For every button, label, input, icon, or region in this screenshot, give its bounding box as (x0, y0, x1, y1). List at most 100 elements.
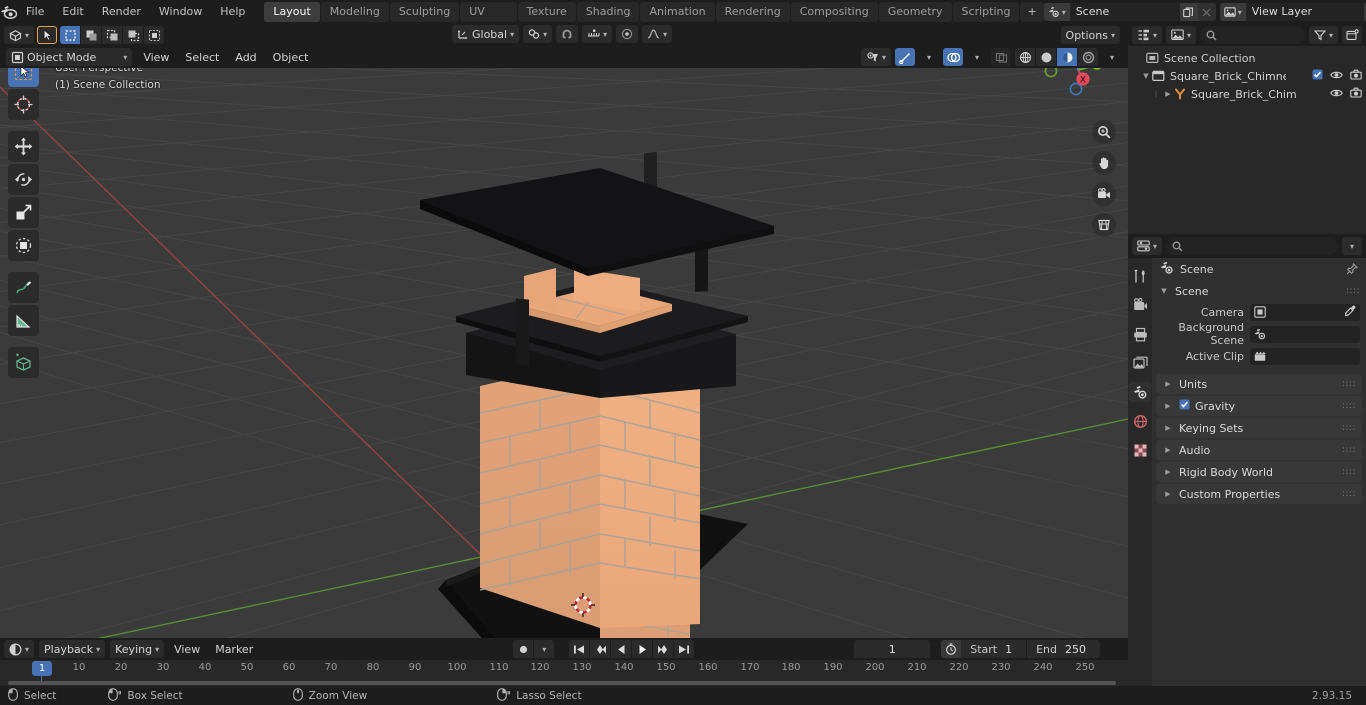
timeline-menu-keying[interactable]: Keying ▾ (110, 640, 165, 658)
panel-header-audio[interactable]: ▶ Audio :::: (1156, 440, 1362, 460)
pin-icon[interactable] (1346, 262, 1359, 276)
menu-edit[interactable]: Edit (53, 3, 92, 21)
extend-select-icon[interactable] (81, 26, 102, 44)
wireframe-icon[interactable] (1015, 48, 1035, 66)
tab-output[interactable] (1129, 324, 1151, 344)
intersect-select-icon[interactable] (144, 26, 165, 44)
tab-uv-editing[interactable]: UV Editing (460, 2, 517, 38)
tab-modeling[interactable]: Modeling (320, 2, 389, 22)
panel-header-rigid-body-world[interactable]: ▶ Rigid Body World :::: (1156, 462, 1362, 482)
tab-world[interactable] (1129, 411, 1151, 431)
jump-end-icon[interactable] (674, 640, 695, 658)
properties-search-input[interactable] (1166, 237, 1338, 255)
outliner-filter-id-icon[interactable]: ▾ (1166, 26, 1197, 44)
tool-cursor[interactable] (8, 89, 39, 120)
tool-measure[interactable] (8, 305, 39, 336)
tab-layout[interactable]: Layout (264, 2, 320, 22)
jump-start-icon[interactable] (569, 640, 590, 658)
properties-editor[interactable]: ▾ ▾ Scene ▼ Scene:::: Camera Background… (1128, 234, 1366, 686)
view-layer-icon[interactable]: ▾ (1219, 3, 1246, 21)
camera-icon[interactable] (1092, 182, 1116, 206)
timeline-menu-playback[interactable]: Playback ▾ (39, 640, 106, 658)
tab-compositing[interactable]: Compositing (790, 2, 878, 22)
auto-key-dropdown[interactable]: ▾ (534, 640, 555, 658)
3d-viewport[interactable]: User Perspective (1) Scene Collection X … (0, 24, 1128, 638)
xray-icon[interactable] (991, 48, 1011, 66)
outliner-tree[interactable]: Scene Collection ▼ Square_Brick_Chimney_… (1128, 46, 1366, 234)
start-frame-value[interactable]: 1 (1003, 643, 1026, 656)
menu-file[interactable]: File (17, 3, 53, 21)
eyedropper-icon[interactable] (1344, 305, 1356, 320)
camera-render-icon[interactable] (1350, 69, 1362, 83)
tab-scripting[interactable]: Scripting (952, 2, 1020, 22)
subtract-select-icon[interactable] (102, 26, 123, 44)
expander-right-icon[interactable]: ▶ (1162, 446, 1174, 454)
expander-down-icon[interactable]: ▼ (1158, 287, 1170, 295)
snap-to-selector[interactable]: ▾ (582, 25, 613, 43)
panel-header-gravity[interactable]: ▶ Gravity :::: (1156, 396, 1362, 416)
gravity-checkbox[interactable] (1179, 399, 1190, 413)
tool-rotate[interactable] (8, 164, 39, 195)
set-select-icon[interactable] (60, 26, 81, 44)
tab-rendering[interactable]: Rendering (715, 2, 790, 22)
tool-move[interactable] (8, 131, 39, 162)
background-scene-field[interactable] (1250, 325, 1360, 343)
outliner-row-chimney-collection[interactable]: ▼ Square_Brick_Chimney_Comp (1128, 67, 1366, 85)
active-clip-field[interactable] (1250, 347, 1360, 365)
proportional-falloff-selector[interactable]: ▾ (642, 25, 673, 43)
viewport-menu-object[interactable]: Object (268, 48, 314, 66)
tool-annotate[interactable] (8, 272, 39, 303)
editor-type-icon[interactable]: ▾ (4, 26, 35, 44)
viewport-options-button[interactable]: Options ▾ (1060, 26, 1120, 44)
playhead[interactable]: 1 (32, 661, 52, 676)
timeline-menu-view[interactable]: View (169, 640, 205, 658)
viewport-menu-add[interactable]: Add (230, 48, 261, 66)
tab-texture-paint[interactable]: Texture Paint (517, 2, 576, 38)
hand-pan-icon[interactable] (1092, 151, 1116, 175)
tab-tool[interactable] (1129, 266, 1151, 286)
timeline-ruler[interactable]: 10 20 30 40 50 60 70 80 90 100 110 120 1… (0, 660, 1128, 682)
material-preview-icon[interactable] (1057, 48, 1077, 66)
properties-options-dropdown[interactable]: ▾ (1342, 237, 1362, 255)
outliner-funnel-icon[interactable]: ▾ (1308, 26, 1338, 44)
outliner-row-chimney-object[interactable]: | ▶ Square_Brick_Chimney_C (1128, 85, 1366, 103)
record-icon[interactable] (513, 640, 534, 658)
current-frame-field[interactable]: 1 (854, 640, 931, 658)
menu-render[interactable]: Render (93, 3, 150, 21)
tool-scale[interactable] (8, 197, 39, 228)
viewport-canvas[interactable] (0, 68, 1128, 638)
outliner-display-icon[interactable]: ▾ (1132, 26, 1163, 44)
expander-right-icon[interactable]: ▶ (1162, 490, 1174, 498)
invert-select-icon[interactable] (123, 26, 144, 44)
tab-render[interactable] (1129, 295, 1151, 315)
outliner-row-scene-collection[interactable]: Scene Collection (1128, 49, 1366, 67)
scene-name-field[interactable]: Scene (1069, 3, 1180, 21)
menu-help[interactable]: Help (211, 3, 254, 21)
expander-down-icon[interactable]: ▼ (1140, 72, 1152, 80)
blender-logo-icon[interactable] (0, 0, 17, 24)
timeline-editor[interactable]: ▾ Playback ▾ Keying ▾ View Marker ▾ 1 St… (0, 638, 1128, 686)
menu-window[interactable]: Window (150, 3, 211, 21)
eye-icon[interactable] (1330, 70, 1343, 83)
outliner-editor[interactable]: ▾ ▾ ▾ Scene Collection ▼ Square_Brick_Ch… (1128, 24, 1366, 234)
object-mode-selector[interactable]: Object Mode ▾ (6, 48, 133, 66)
scene-selector[interactable]: ▾ Scene (1043, 3, 1216, 21)
timeline-editor-icon[interactable]: ▾ (4, 640, 35, 658)
tab-geometry-nodes[interactable]: Geometry Nodes (878, 2, 952, 38)
stopwatch-icon[interactable] (941, 640, 962, 658)
transform-orientation-selector[interactable]: Global ▾ (452, 25, 520, 43)
camera-field[interactable] (1250, 303, 1360, 321)
camera-render-icon[interactable] (1350, 87, 1362, 101)
new-collection-icon[interactable] (1342, 26, 1362, 44)
panel-header-custom-properties[interactable]: ▶ Custom Properties :::: (1156, 484, 1362, 504)
x-icon[interactable] (1197, 3, 1216, 21)
show-gizmo-icon[interactable] (895, 48, 915, 66)
end-frame-value[interactable]: 250 (1063, 643, 1100, 656)
show-overlays-icon[interactable] (943, 48, 963, 66)
outliner-search-input[interactable] (1200, 26, 1305, 44)
checkbox-icon[interactable] (1312, 69, 1323, 83)
overlays-dropdown[interactable]: ▾ (967, 48, 987, 66)
view-layer-selector[interactable]: ▾ View Layer (1219, 3, 1366, 21)
expander-right-icon[interactable]: ▶ (1162, 380, 1174, 388)
timeline-menu-marker[interactable]: Marker (210, 640, 258, 658)
